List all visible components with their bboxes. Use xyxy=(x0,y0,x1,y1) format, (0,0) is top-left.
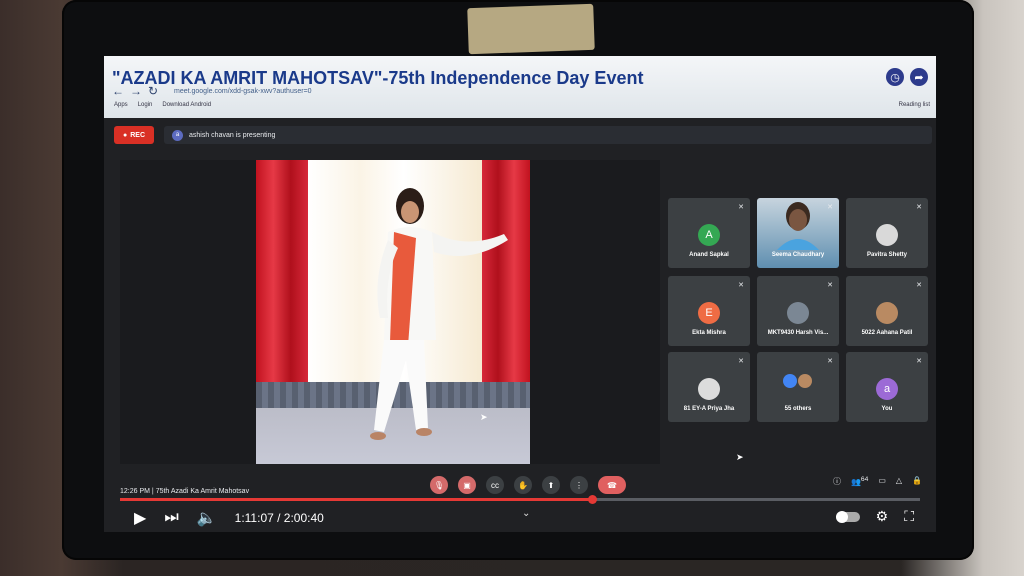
others-avatar xyxy=(797,374,812,388)
avatar: A xyxy=(698,224,720,246)
progress-fill xyxy=(120,498,592,501)
mic-muted-icon: ✕ xyxy=(916,358,922,365)
browser-actions: ◷ ➦ xyxy=(886,68,928,86)
browser-toolbar: ← → ↻ "AZADI KA AMRIT MAHOTSAV"-75th Ind… xyxy=(104,56,936,118)
meeting-name: 75th Azadi Ka Amrit Mahotsav xyxy=(155,488,250,495)
chevron-down-icon[interactable]: ⌄ xyxy=(522,508,530,519)
avatar: E xyxy=(698,302,720,324)
activities-icon[interactable]: △ xyxy=(896,476,902,487)
volume-icon[interactable]: 🔈 xyxy=(197,508,217,528)
player-left-controls: ▶ ⏭ 🔈 1:11:07 / 2:00:40 xyxy=(134,508,324,528)
recording-label: REC xyxy=(130,131,145,139)
present-icon[interactable]: ⬆ xyxy=(542,476,560,494)
dancer-figure xyxy=(370,188,508,440)
meet-side-controls: ⓘ 👥64 ▭ △ 🔒 xyxy=(833,476,922,487)
captions-icon[interactable]: cc xyxy=(486,476,504,494)
mic-muted-icon: ✕ xyxy=(738,204,744,211)
avatar-photo xyxy=(876,224,898,246)
video-progress-bar[interactable] xyxy=(120,495,920,504)
bottom-controls: 12:26 PM | 75th Azadi Ka Amrit Mahotsav … xyxy=(104,470,936,532)
participant-name: You xyxy=(881,406,893,412)
meet-call-controls: 🎙 ▣ cc ✋ ⬆ ⋮ ☎ xyxy=(430,476,626,494)
presenter-avatar: a xyxy=(172,129,183,141)
others-tile[interactable]: ✕ 55 others xyxy=(757,352,839,422)
mic-off-icon[interactable]: 🎙 xyxy=(430,476,448,494)
page-title: "AZADI KA AMRIT MAHOTSAV"-75th Independe… xyxy=(112,68,644,88)
participant-tile[interactable]: ✕ MKT9430 Harsh Vis... xyxy=(757,276,839,346)
raise-hand-icon[interactable]: ✋ xyxy=(514,476,532,494)
autoplay-toggle[interactable] xyxy=(835,510,860,523)
clock-icon[interactable]: ◷ xyxy=(886,68,904,86)
record-dot-icon: ● xyxy=(122,131,128,139)
mic-muted-icon: ✕ xyxy=(738,358,744,365)
participant-video-icon xyxy=(777,202,819,250)
mic-muted-icon: ✕ xyxy=(827,204,833,211)
presenting-banner: a ashish chavan is presenting xyxy=(164,126,932,144)
mic-muted-icon: ✕ xyxy=(916,204,922,211)
participant-tile-self[interactable]: ✕ a You xyxy=(846,352,928,422)
recording-badge: ● REC xyxy=(114,126,154,144)
participant-tile[interactable]: ✕ 81 EY-A Priya Jha xyxy=(668,352,750,422)
participant-tile[interactable]: ✕ A Anand Sapkal xyxy=(668,198,750,268)
participant-name: Anand Sapkal xyxy=(689,252,729,258)
bookmark-download-android[interactable]: Download Android xyxy=(162,102,211,108)
bookmarks-bar: Apps Login Download Android xyxy=(114,102,211,108)
next-icon[interactable]: ⏭ xyxy=(164,509,178,527)
progress-scrubber[interactable] xyxy=(588,495,597,504)
mouse-cursor-icon: ➤ xyxy=(736,452,744,462)
mic-muted-icon: ✕ xyxy=(738,282,744,289)
mic-muted-icon: ✕ xyxy=(827,282,833,289)
participant-name: 5022 Aahana Patil xyxy=(861,330,913,336)
play-icon[interactable]: ▶ xyxy=(134,508,146,528)
mouse-cursor-icon: ➤ xyxy=(480,412,488,422)
hang-up-icon[interactable]: ☎ xyxy=(598,476,626,494)
participant-tile[interactable]: ✕ 5022 Aahana Patil xyxy=(846,276,928,346)
clock-time: 12:26 PM xyxy=(120,488,150,495)
avatar: a xyxy=(876,378,898,400)
participant-grid: ✕ A Anand Sapkal ✕ Seema Chaudhary ✕ Pav… xyxy=(668,198,932,426)
meet-status-bar: ● REC a ashish chavan is presenting xyxy=(104,124,936,148)
avatar-photo xyxy=(876,302,898,324)
reading-list[interactable]: Reading list xyxy=(899,102,930,108)
others-count: 55 others xyxy=(784,406,812,412)
presenting-text: ashish chavan is presenting xyxy=(189,131,276,139)
camera-off-icon[interactable]: ▣ xyxy=(458,476,476,494)
participant-name: 81 EY-A Priya Jha xyxy=(683,406,735,412)
gear-icon[interactable]: ⚙ xyxy=(876,508,889,525)
people-icon[interactable]: 👥64 xyxy=(851,476,868,487)
avatar-photo xyxy=(698,378,720,400)
time-display: 1:11:07 / 2:00:40 xyxy=(234,511,324,525)
participant-count: 64 xyxy=(860,476,869,483)
share-icon[interactable]: ➦ xyxy=(910,68,928,86)
participant-name: MKT9430 Harsh Vis... xyxy=(767,330,829,336)
presented-video xyxy=(256,160,530,464)
participant-name: Seema Chaudhary xyxy=(771,252,825,258)
lock-icon[interactable]: 🔒 xyxy=(912,476,922,487)
bookmark-login[interactable]: Login xyxy=(138,102,153,108)
tape-on-bezel xyxy=(467,3,595,55)
mic-muted-icon: ✕ xyxy=(827,358,833,365)
more-options-icon[interactable]: ⋮ xyxy=(570,476,588,494)
participant-name: Ekta Mishra xyxy=(692,330,726,336)
meeting-info: 12:26 PM | 75th Azadi Ka Amrit Mahotsav xyxy=(120,488,249,495)
participant-name: Pavitra Shetty xyxy=(866,252,908,258)
mic-muted-icon: ✕ xyxy=(916,282,922,289)
info-icon[interactable]: ⓘ xyxy=(833,476,841,487)
bookmark-apps[interactable]: Apps xyxy=(114,102,128,108)
player-right-controls: ⚙ ⛶ xyxy=(835,508,914,525)
address-bar[interactable]: meet.google.com/xdd-gsak-xwv?authuser=0 xyxy=(174,88,312,95)
screen: ← → ↻ "AZADI KA AMRIT MAHOTSAV"-75th Ind… xyxy=(104,56,936,532)
participant-tile[interactable]: ✕ Pavitra Shetty xyxy=(846,198,928,268)
avatar-photo xyxy=(787,302,809,324)
others-avatar xyxy=(782,374,797,388)
exit-fullscreen-icon[interactable]: ⛶ xyxy=(904,508,914,525)
presentation-stage: ➤ xyxy=(120,160,660,464)
participant-tile[interactable]: ✕ Seema Chaudhary xyxy=(757,198,839,268)
chat-icon[interactable]: ▭ xyxy=(878,476,886,487)
participant-tile[interactable]: ✕ E Ekta Mishra xyxy=(668,276,750,346)
